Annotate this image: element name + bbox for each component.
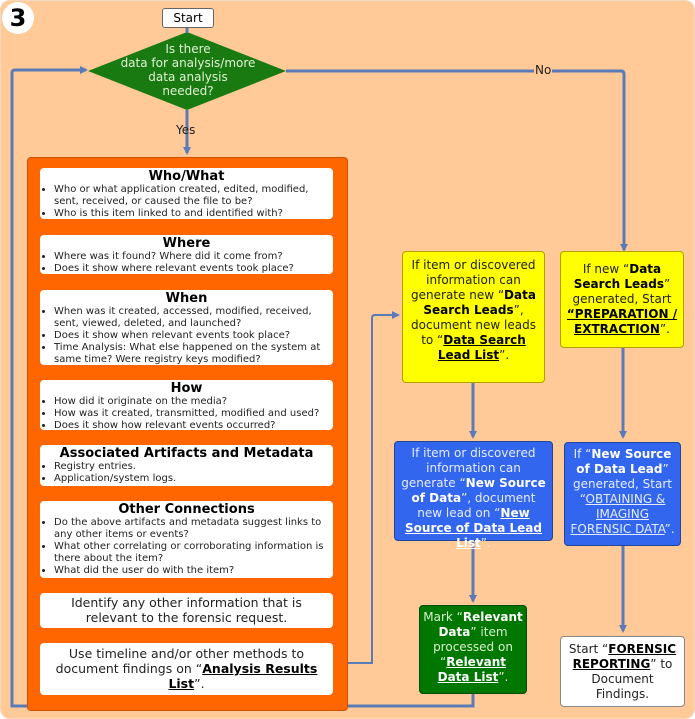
card-title: Who/What xyxy=(148,169,225,184)
start-preparation-box: If new “Data Search Leads” generated, St… xyxy=(560,251,684,348)
relevant-data-box: Mark “Relevant Data” item processed on “… xyxy=(419,605,527,694)
card-who-what: Who/What Who or what application created… xyxy=(40,168,333,219)
card-title: Other Connections xyxy=(118,502,255,517)
card-artifacts-metadata: Associated Artifacts and Metadata Regist… xyxy=(40,445,333,486)
card-document-findings: Use timeline and/or other methods to doc… xyxy=(40,643,333,695)
data-search-lead-list-link[interactable]: Data Search Lead List xyxy=(438,333,526,362)
start-obtaining-imaging-box: If “New Source of Data Lead” generated, … xyxy=(564,442,681,546)
card-where: Where Where was it found? Where did it c… xyxy=(40,235,333,274)
card-title: How xyxy=(170,381,203,396)
card-identify-other-info: Identify any other information that is r… xyxy=(40,593,333,628)
step-number-badge: 3 xyxy=(2,2,34,34)
card-title: Associated Artifacts and Metadata xyxy=(59,446,314,461)
yes-label: Yes xyxy=(176,123,196,137)
obtaining-imaging-forensic-data-link[interactable]: OBTAINING & IMAGING FORENSIC DATA xyxy=(570,492,665,536)
start-forensic-reporting-box: Start “FORENSIC REPORTING” to Document F… xyxy=(560,636,685,707)
card-how: How How did it originate on the media? H… xyxy=(40,380,333,431)
card-title: When xyxy=(165,291,208,306)
card-other-connections: Other Connections Do the above artifacts… xyxy=(40,501,333,578)
decision-text: Is there data for analysis/more data ana… xyxy=(120,42,256,98)
data-search-leads-box: If item or discovered information can ge… xyxy=(402,251,545,383)
card-title: Where xyxy=(162,236,211,251)
card-when: When When was it created, accessed, modi… xyxy=(40,290,333,365)
new-source-of-data-box: If item or discovered information can ge… xyxy=(394,441,553,550)
relevant-data-list-link[interactable]: Relevant Data List xyxy=(438,655,506,684)
no-label: No xyxy=(534,63,553,77)
start-node: Start xyxy=(162,8,214,28)
